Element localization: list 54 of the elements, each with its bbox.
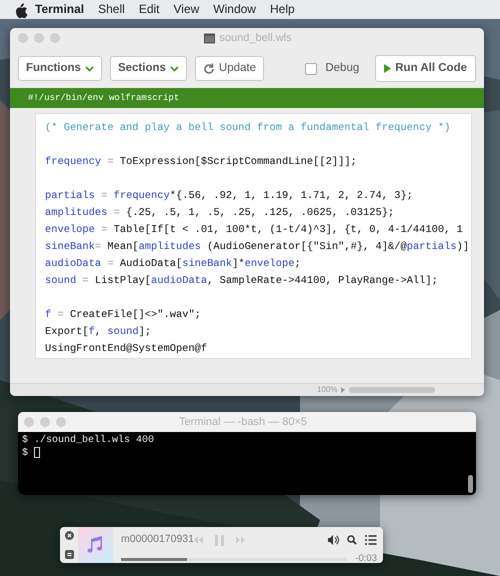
- toolbar-button[interactable]: Functions: [18, 56, 102, 82]
- minimize-button[interactable]: [34, 33, 44, 43]
- expand-icon[interactable]: [64, 550, 74, 559]
- debug-checkbox[interactable]: [305, 62, 318, 75]
- menu-item[interactable]: Help: [262, 0, 302, 19]
- menu-item[interactable]: Window: [206, 0, 263, 19]
- window-title: sound_bell.wls: [219, 30, 292, 46]
- zoom-arrow-icon[interactable]: [341, 387, 346, 393]
- zoom-button[interactable]: [56, 417, 66, 427]
- debug-label: Debug: [325, 61, 360, 76]
- close-button[interactable]: [18, 33, 28, 43]
- window-title: Terminal — -bash — 80×5: [178, 414, 308, 430]
- horizontal-scrollbar[interactable]: [349, 387, 436, 393]
- zoom-button[interactable]: [50, 33, 60, 43]
- search-icon[interactable]: [347, 535, 357, 545]
- chevron-down-icon: [170, 65, 179, 72]
- code-line: Export[f, sound];: [45, 325, 152, 340]
- time-remaining: -0:03: [355, 552, 377, 563]
- code-line: frequency = ToExpression[$ScriptCommandLine[[2]]];: [45, 155, 358, 170]
- album-art-icon: [78, 527, 113, 563]
- code-line: sound = ListPlay[audioData, SampleRate->44100, PlayRange->All];: [45, 274, 439, 290]
- code-line: sineBank= Mean[amplitudes (AudioGenerator[{"Sin",#}, 4]&/@partials)]: [45, 240, 470, 256]
- terminal-line: $: [22, 447, 476, 460]
- code-line: f = CreateFile[]<>".wav";: [45, 308, 202, 324]
- apple-logo-icon[interactable]: [14, 2, 28, 18]
- code-line: UsingFrontEnd@SystemOpen@f: [45, 342, 208, 358]
- refresh-icon: [202, 62, 215, 75]
- minimize-button[interactable]: [40, 417, 50, 427]
- fast-forward-icon[interactable]: [236, 536, 247, 544]
- code-line: partials = frequency*{.56, .92, 1, 1.19, 1.71, 2, 2.74, 3};: [45, 189, 414, 204]
- track-title: m00000170931: [121, 532, 194, 548]
- toolbar-button[interactable]: Sections: [110, 56, 187, 82]
- play-icon: [384, 64, 392, 74]
- scrollbar-thumb[interactable]: [468, 475, 473, 493]
- menu-item[interactable]: Edit: [132, 0, 166, 19]
- volume-icon[interactable]: [328, 535, 339, 545]
- run-all-button[interactable]: Run All Code: [375, 55, 476, 82]
- menu-item[interactable]: Shell: [91, 0, 132, 19]
- code-line: envelope = Table[If[t < .01, 100*t, (1-t/4)^3], {t, 0, 4-1/44100, 1: [45, 223, 464, 238]
- code-editor[interactable]: [35, 113, 472, 360]
- code-line: audioData = AudioData[sineBank]*envelope;: [45, 257, 302, 272]
- toolbar-button[interactable]: Update: [194, 56, 264, 82]
- close-icon[interactable]: [64, 531, 74, 540]
- menu-item[interactable]: View: [166, 0, 206, 19]
- chevron-down-icon: [84, 65, 94, 72]
- code-line: amplitudes = {.25, .5, 1, .5, .25, .125, .0625, .03125};: [45, 206, 396, 222]
- list-icon[interactable]: [365, 535, 377, 545]
- close-button[interactable]: [24, 417, 34, 427]
- rewind-icon[interactable]: [192, 536, 203, 544]
- pause-icon[interactable]: [214, 534, 224, 546]
- code-line: (* Generate and play a bell sound from a fundamental frequency *): [45, 121, 452, 136]
- app-menu[interactable]: Terminal: [28, 0, 92, 19]
- terminal-line: $ ./sound_bell.wls 400: [22, 435, 156, 447]
- document-icon: [204, 32, 216, 44]
